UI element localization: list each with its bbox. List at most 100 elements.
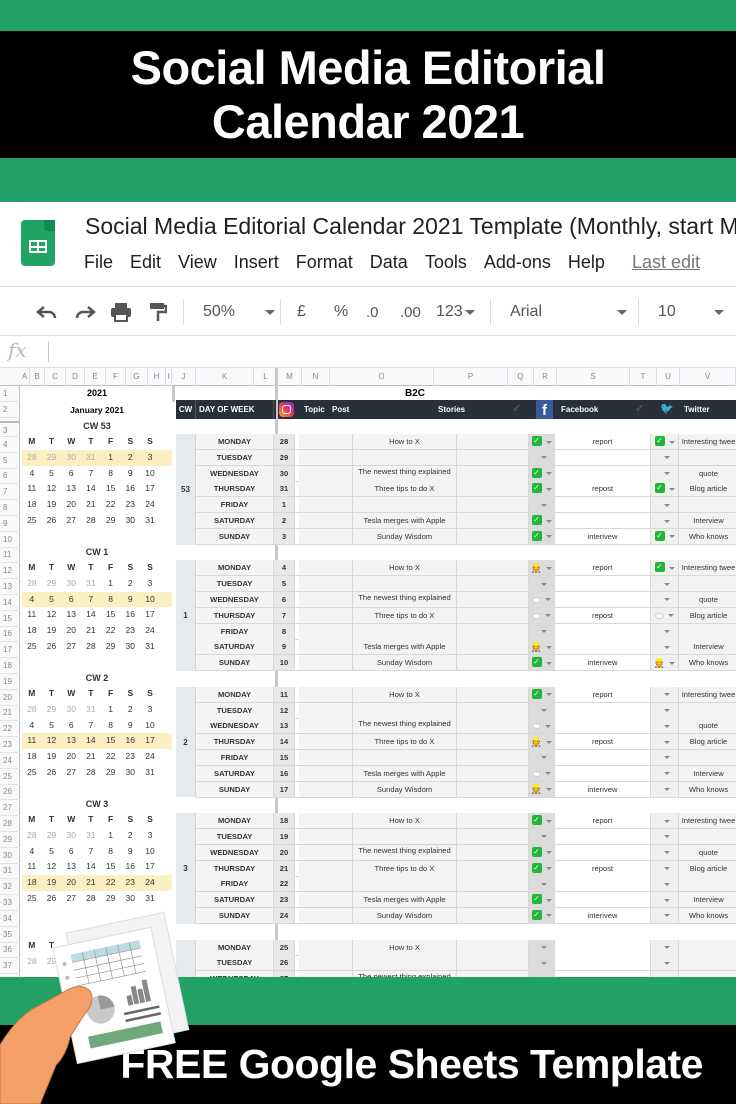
facebook-status-cell[interactable] [651, 907, 679, 923]
post-cell[interactable]: Sunday Wisdom [353, 907, 457, 923]
row-header[interactable]: 14 [0, 595, 20, 611]
instagram-status-cell[interactable] [529, 939, 555, 955]
row-header[interactable]: 7 [0, 484, 20, 501]
facebook-post-cell[interactable] [555, 939, 651, 955]
day-of-week-cell[interactable]: WEDNESDAY [196, 718, 274, 734]
instagram-status-cell[interactable] [529, 702, 555, 718]
date-cell[interactable]: 1 [274, 497, 295, 513]
column-header[interactable]: A [20, 368, 30, 386]
date-cell[interactable]: 22 [274, 876, 295, 892]
topic-cell[interactable] [299, 449, 353, 465]
topic-cell[interactable] [299, 860, 353, 876]
instagram-status-cell[interactable]: 👷 [529, 781, 555, 797]
row-header[interactable]: 17 [0, 642, 20, 659]
topic-cell[interactable] [299, 702, 353, 718]
date-cell[interactable]: 7 [274, 607, 295, 623]
twitter-post-cell[interactable]: Blog article [679, 860, 736, 876]
stories-cell[interactable] [457, 813, 529, 829]
row-header[interactable]: 25 [0, 769, 20, 785]
calendar-week-number[interactable]: 1 [176, 560, 196, 671]
stories-cell[interactable] [457, 607, 529, 623]
topic-cell[interactable] [299, 939, 353, 955]
post-cell[interactable]: Sunday Wisdom [353, 655, 457, 671]
post-cell[interactable] [353, 576, 457, 592]
instagram-status-cell[interactable] [529, 497, 555, 513]
facebook-post-cell[interactable] [555, 497, 651, 513]
calendar-week-number[interactable]: 53 [176, 434, 196, 545]
date-cell[interactable]: 25 [274, 939, 295, 955]
post-cell[interactable]: Sunday Wisdom [353, 528, 457, 544]
increase-decimal-button[interactable]: .00 [400, 297, 421, 327]
date-cell[interactable]: 4 [274, 560, 295, 576]
post-cell[interactable] [353, 702, 457, 718]
menu-add-ons[interactable]: Add-ons [484, 252, 551, 273]
column-header[interactable]: Q [508, 368, 534, 386]
date-cell[interactable]: 17 [274, 781, 295, 797]
topic-cell[interactable] [299, 907, 353, 923]
topic-cell[interactable] [299, 434, 353, 449]
post-cell[interactable]: Tesla merges with Apple [353, 892, 457, 908]
facebook-post-cell[interactable] [555, 591, 651, 607]
facebook-status-cell[interactable] [651, 749, 679, 765]
twitter-post-cell[interactable]: Interesting twee [679, 813, 736, 829]
last-edit-link[interactable]: Last edit [632, 252, 700, 273]
twitter-post-cell[interactable] [679, 955, 736, 971]
topic-cell[interactable] [299, 497, 353, 513]
facebook-post-cell[interactable]: report [555, 813, 651, 829]
percent-format-button[interactable]: % [334, 297, 348, 327]
twitter-post-cell[interactable] [679, 828, 736, 844]
menu-file[interactable]: File [84, 252, 113, 273]
post-cell[interactable]: The newest thing explained [353, 465, 457, 481]
topic-cell[interactable] [299, 513, 353, 528]
row-header[interactable]: 6 [0, 468, 20, 485]
topic-cell[interactable] [299, 591, 353, 607]
twitter-post-cell[interactable]: Who knows [679, 655, 736, 671]
row-header[interactable]: 20 [0, 690, 20, 706]
date-cell[interactable]: 9 [274, 639, 295, 655]
post-cell[interactable] [353, 749, 457, 765]
stories-cell[interactable] [457, 781, 529, 797]
topic-cell[interactable] [299, 955, 353, 971]
date-cell[interactable]: 20 [274, 844, 295, 860]
stories-cell[interactable] [457, 497, 529, 513]
post-cell[interactable]: Sunday Wisdom [353, 781, 457, 797]
twitter-post-cell[interactable]: Who knows [679, 781, 736, 797]
post-cell[interactable]: Tesla merges with Apple [353, 765, 457, 781]
row-header[interactable]: 18 [0, 658, 20, 674]
topic-cell[interactable] [299, 828, 353, 844]
stories-cell[interactable] [457, 434, 529, 449]
instagram-status-cell[interactable]: ✓ [529, 813, 555, 829]
stories-cell[interactable] [457, 749, 529, 765]
instagram-status-cell[interactable]: ✓ [529, 481, 555, 497]
column-header[interactable]: B [30, 368, 45, 386]
stories-cell[interactable] [457, 513, 529, 528]
topic-cell[interactable] [299, 876, 353, 892]
twitter-post-cell[interactable] [679, 749, 736, 765]
post-cell[interactable] [353, 876, 457, 892]
column-header[interactable]: M [278, 368, 302, 386]
date-cell[interactable]: 26 [274, 955, 295, 971]
facebook-status-cell[interactable]: ✓ [651, 528, 679, 544]
facebook-post-cell[interactable] [555, 955, 651, 971]
post-cell[interactable] [353, 497, 457, 513]
date-cell[interactable]: 12 [274, 702, 295, 718]
row-header[interactable]: 31 [0, 863, 20, 880]
date-cell[interactable]: 11 [274, 686, 295, 702]
post-cell[interactable]: The newest thing explained [353, 844, 457, 860]
day-of-week-cell[interactable]: TUESDAY [196, 576, 274, 592]
facebook-status-cell[interactable] [651, 955, 679, 971]
facebook-post-cell[interactable]: report [555, 560, 651, 576]
column-header[interactable]: T [630, 368, 657, 386]
day-of-week-cell[interactable]: SATURDAY [196, 892, 274, 908]
stories-cell[interactable] [457, 907, 529, 923]
instagram-status-cell[interactable] [529, 955, 555, 971]
row-header[interactable]: 5 [0, 453, 20, 469]
post-cell[interactable] [353, 828, 457, 844]
day-of-week-cell[interactable]: TUESDAY [196, 828, 274, 844]
instagram-status-cell[interactable]: ✓ [529, 892, 555, 908]
instagram-status-cell[interactable]: ✓ [529, 528, 555, 544]
facebook-post-cell[interactable]: interivew [555, 907, 651, 923]
twitter-post-cell[interactable]: Who knows [679, 907, 736, 923]
font-size-select[interactable]: 10 [658, 297, 724, 327]
print-icon[interactable] [110, 297, 132, 327]
